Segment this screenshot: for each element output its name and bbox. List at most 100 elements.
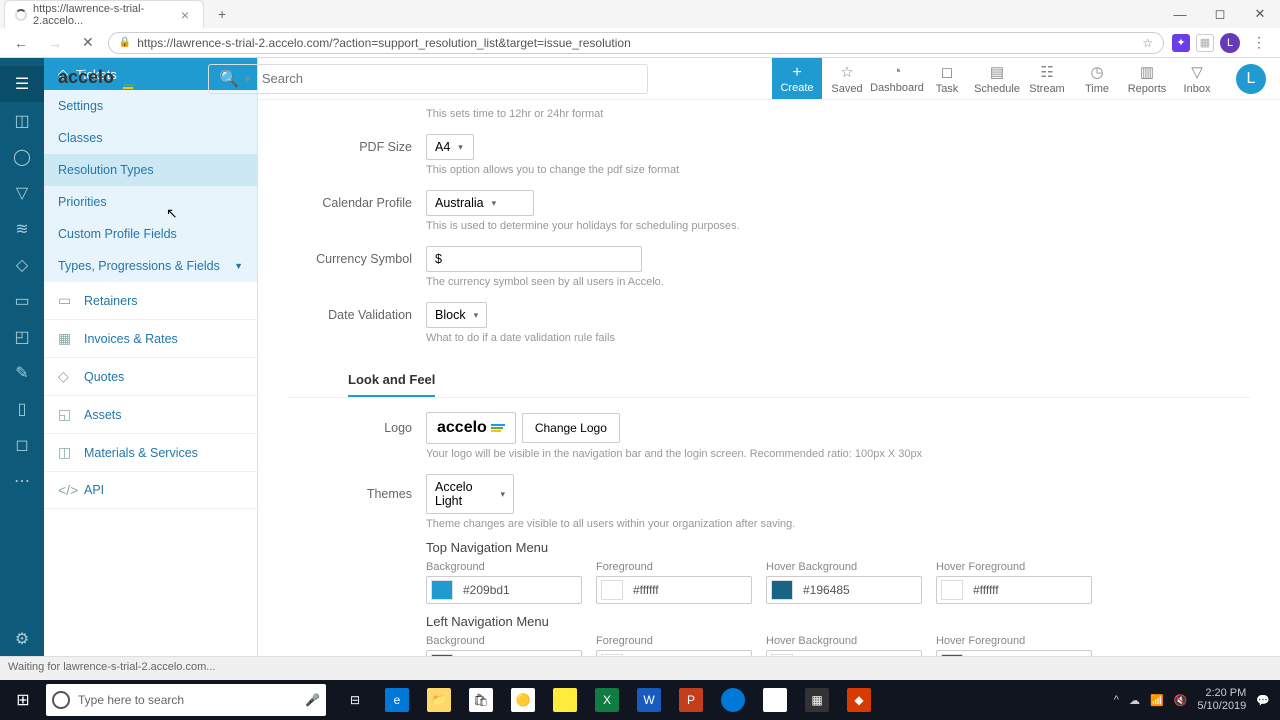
dashboard-button[interactable]: ◔Dashboard	[872, 58, 922, 99]
user-avatar[interactable]: L	[1236, 64, 1266, 94]
back-button[interactable]: ←	[8, 31, 34, 55]
rail-edit-icon[interactable]: ✎	[4, 356, 40, 390]
new-tab-button[interactable]: +	[212, 2, 232, 26]
groove-icon[interactable]	[712, 680, 754, 720]
sidebar-item-classes[interactable]: Classes	[44, 122, 257, 154]
calendar-profile-select[interactable]: Australia	[426, 190, 534, 216]
sidebar: ◇ Tickets Settings Classes Resolution Ty…	[44, 58, 258, 656]
left-hbg-input[interactable]: #ffffff	[766, 650, 922, 656]
sidebar-item-api[interactable]: </>API	[44, 472, 257, 509]
sidebar-item-quotes[interactable]: ◇Quotes	[44, 358, 257, 396]
hamburger-menu-button[interactable]: ☰	[0, 66, 44, 102]
invoices-icon: ▦	[58, 330, 74, 347]
rail-bag-icon[interactable]: ◻	[4, 428, 40, 462]
calculator-icon[interactable]: ▦	[796, 680, 838, 720]
taskbar-clock[interactable]: 2:20 PM 5/10/2019	[1197, 687, 1246, 713]
sidebar-item-priorities[interactable]: Priorities	[44, 186, 257, 218]
extension-icon[interactable]: ▦	[1196, 34, 1214, 52]
top-fg-input[interactable]: #ffffff	[596, 576, 752, 604]
rail-tag-icon[interactable]: ◇	[4, 248, 40, 282]
app-logo[interactable]: accelo	[58, 67, 137, 89]
powerpoint-icon[interactable]: P	[670, 680, 712, 720]
top-hfg-input[interactable]: #ffffff	[936, 576, 1092, 604]
edge-icon[interactable]: e	[376, 680, 418, 720]
browser-tab[interactable]: https://lawrence-s-trial-2.accelo... ×	[4, 0, 204, 28]
sidebar-item-retainers[interactable]: ▭Retainers	[44, 282, 257, 320]
left-bg-input[interactable]: #1a6485	[426, 650, 582, 656]
themes-label: Themes	[288, 487, 426, 501]
saved-button[interactable]: ☆Saved	[822, 58, 872, 99]
rail-doc-icon[interactable]: ▯	[4, 392, 40, 426]
menu-button[interactable]: ⋮	[1246, 30, 1272, 55]
sidebar-item-assets[interactable]: ◱Assets	[44, 396, 257, 434]
notifications-icon[interactable]: 💬	[1256, 694, 1270, 707]
sidebar-item-custom-fields[interactable]: Custom Profile Fields	[44, 218, 257, 250]
chart-icon: ▥	[1140, 63, 1154, 81]
rail-folder-icon[interactable]: ▭	[4, 284, 40, 318]
rail-contacts-icon[interactable]: ◯	[4, 140, 40, 174]
tray-onedrive-icon[interactable]: ☁	[1129, 694, 1140, 707]
sidebar-item-settings[interactable]: Settings	[44, 90, 257, 122]
time-button[interactable]: ◷Time	[1072, 58, 1122, 99]
close-window-button[interactable]: ✕	[1240, 0, 1280, 28]
pdf-size-select[interactable]: A4	[426, 134, 474, 160]
notes-icon[interactable]	[544, 680, 586, 720]
profile-avatar[interactable]: L	[1220, 33, 1240, 53]
rail-filter-icon[interactable]: ▽	[4, 176, 40, 210]
foreground-label: Foreground	[596, 635, 752, 647]
mic-icon[interactable]: 🎤	[305, 693, 320, 707]
stream-button[interactable]: ☷Stream	[1022, 58, 1072, 99]
calendar-icon: ▤	[990, 63, 1004, 81]
create-button[interactable]: +Create	[772, 58, 822, 99]
rail-settings-icon[interactable]: ⚙	[4, 622, 40, 656]
inbox-button[interactable]: ▽Inbox	[1172, 58, 1222, 99]
reports-button[interactable]: ▥Reports	[1122, 58, 1172, 99]
forward-button[interactable]: →	[42, 31, 68, 55]
date-validation-select[interactable]: Block	[426, 302, 487, 328]
sidebar-item-resolution-types[interactable]: Resolution Types	[44, 154, 257, 186]
top-bg-input[interactable]: #209bd1	[426, 576, 582, 604]
app-icon[interactable]: ◆	[838, 680, 880, 720]
rail-stream-icon[interactable]: ≋	[4, 212, 40, 246]
chrome-icon[interactable]: 🟡	[502, 680, 544, 720]
tray-up-icon[interactable]: ^	[1114, 694, 1119, 706]
close-tab-button[interactable]: ×	[177, 7, 193, 23]
search-input[interactable]	[262, 71, 637, 86]
minimize-button[interactable]: —	[1160, 0, 1200, 28]
store-icon[interactable]: 🛍	[460, 680, 502, 720]
word-icon[interactable]: W	[628, 680, 670, 720]
themes-select[interactable]: Accelo Light	[426, 474, 514, 514]
task-view-button[interactable]: ⊟	[334, 680, 376, 720]
tray-volume-icon[interactable]: 🔇	[1174, 694, 1188, 707]
schedule-button[interactable]: ▤Schedule	[972, 58, 1022, 99]
change-logo-button[interactable]: Change Logo	[522, 413, 620, 443]
top-hbg-input[interactable]: #196485	[766, 576, 922, 604]
rail-dashboard-icon[interactable]: ◫	[4, 104, 40, 138]
hover-foreground-label: Hover Foreground	[936, 561, 1092, 573]
task-button[interactable]: ◻Task	[922, 58, 972, 99]
currency-symbol-label: Currency Symbol	[288, 252, 426, 266]
left-fg-input[interactable]: #ffffff	[596, 650, 752, 656]
sidebar-item-materials[interactable]: ◫Materials & Services	[44, 434, 257, 472]
look-and-feel-tab[interactable]: Look and Feel	[348, 364, 435, 397]
explorer-icon[interactable]: 📁	[418, 680, 460, 720]
hover-background-label: Hover Background	[766, 635, 922, 647]
currency-symbol-input[interactable]	[426, 246, 642, 272]
extension-icon[interactable]: ✦	[1172, 34, 1190, 52]
tray-wifi-icon[interactable]: 📶	[1150, 694, 1164, 707]
search-box[interactable]: 🔍 ▼	[208, 64, 648, 94]
rail-box-icon[interactable]: ◰	[4, 320, 40, 354]
excel-icon[interactable]: X	[586, 680, 628, 720]
address-bar[interactable]: 🔒 https://lawrence-s-trial-2.accelo.com/…	[108, 32, 1164, 54]
rail-more-icon[interactable]: ⋯	[4, 464, 40, 498]
taskbar-search[interactable]: Type here to search 🎤	[46, 684, 326, 716]
logo-preview: accelo	[426, 412, 516, 444]
slack-icon[interactable]: ✦	[754, 680, 796, 720]
maximize-button[interactable]: ◻	[1200, 0, 1240, 28]
stop-reload-button[interactable]: ✕	[76, 30, 100, 55]
sidebar-item-types-progressions[interactable]: Types, Progressions & Fields ▼	[44, 250, 257, 282]
start-button[interactable]: ⊞	[0, 680, 46, 720]
bookmark-star-icon[interactable]: ☆	[1142, 36, 1153, 50]
left-hfg-input[interactable]: #1a6485	[936, 650, 1092, 656]
sidebar-item-invoices[interactable]: ▦Invoices & Rates	[44, 320, 257, 358]
